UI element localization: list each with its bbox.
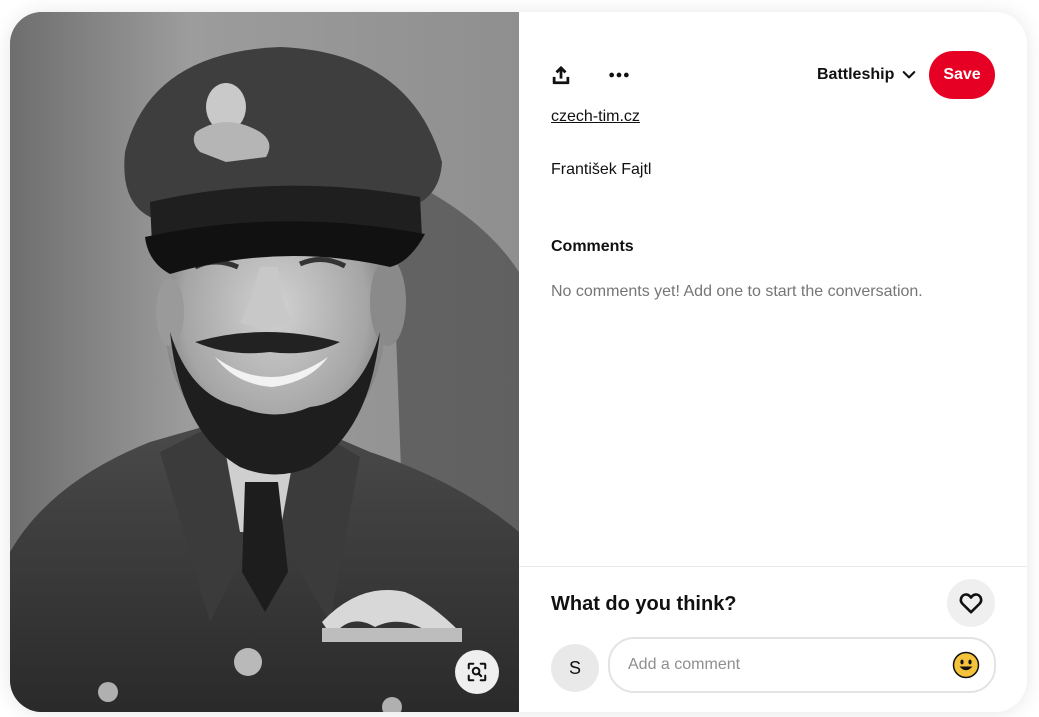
comment-box (608, 637, 996, 693)
comment-prompt: What do you think? (551, 593, 737, 615)
visual-search-icon (467, 662, 487, 682)
source-link[interactable]: czech-tim.cz (551, 108, 640, 126)
pin-image[interactable] (10, 12, 519, 712)
comments-heading[interactable]: Comments (551, 238, 634, 256)
visual-search-button[interactable] (455, 650, 499, 694)
comments-empty-message: No comments yet! Add one to start the co… (551, 283, 923, 300)
share-icon (552, 65, 570, 85)
chevron-down-icon (903, 71, 916, 79)
comment-footer: What do you think? S (519, 566, 1027, 712)
board-selector[interactable]: Battleship (817, 63, 916, 87)
save-button[interactable]: Save (929, 51, 995, 99)
comment-input[interactable] (626, 651, 930, 679)
react-button[interactable] (947, 579, 995, 627)
user-avatar[interactable]: S (551, 644, 599, 692)
pin-details-panel: Battleship Save czech-tim.cz František F… (519, 12, 1027, 712)
board-name: Battleship (817, 66, 895, 83)
smiley-emoji-icon[interactable] (952, 651, 980, 679)
share-button[interactable] (543, 57, 579, 93)
pin-title: František Fajtl (551, 161, 652, 178)
more-options-button[interactable] (601, 57, 637, 93)
pin-closeup-card: Battleship Save czech-tim.cz František F… (10, 12, 1027, 712)
heart-icon (959, 593, 983, 614)
portrait-photo (10, 12, 519, 712)
ellipsis-icon (609, 72, 629, 78)
pin-toolbar: Battleship Save (519, 50, 1027, 100)
